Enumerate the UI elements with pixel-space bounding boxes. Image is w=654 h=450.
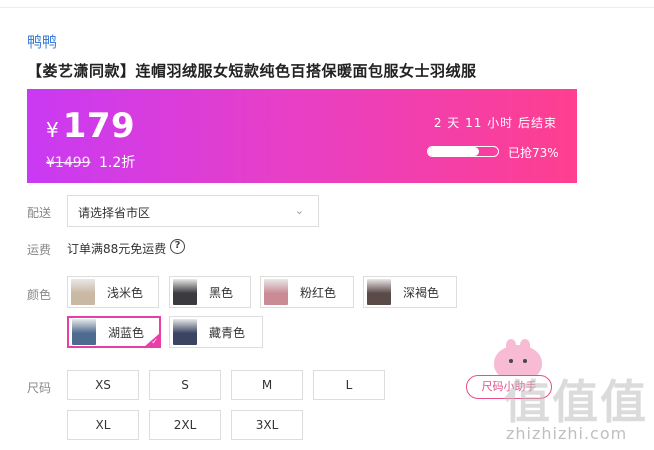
discount-label: 1.2折 [99, 155, 136, 171]
sold-progress-bar [427, 146, 499, 157]
check-icon: ✓ [151, 337, 158, 346]
original-price: ¥1499 [46, 155, 91, 171]
original-price-row: ¥1499 1.2折 [46, 152, 135, 172]
watermark-logo: 值值值 [504, 375, 648, 429]
sale-price: 179 [62, 106, 136, 146]
promo-banner: ¥ 179 ¥1499 1.2折 2 天 11 小时 后结束 已抢73% [27, 89, 577, 183]
top-divider [0, 7, 654, 8]
price-row: ¥ 179 [46, 106, 135, 146]
size-label: 尺码 [27, 381, 52, 395]
color-option-label: 深褐色 [403, 285, 440, 300]
product-title: 【娄艺潇同款】连帽羽绒服女短款纯色百搭保暖面包服女士羽绒服 [27, 62, 477, 80]
size-option-2xl[interactable]: 2XL [149, 410, 221, 440]
color-option-pink[interactable]: 粉红色 [260, 276, 354, 308]
color-option-black[interactable]: 黑色 [169, 276, 251, 308]
color-thumbnail [173, 319, 197, 345]
color-thumbnail [264, 279, 288, 305]
size-option-m[interactable]: M [231, 370, 303, 400]
color-option-navy[interactable]: 藏青色 [169, 316, 263, 348]
color-thumbnail [367, 279, 391, 305]
color-thumbnail [71, 279, 95, 305]
brand-link[interactable]: 鸭鸭 [27, 31, 57, 52]
delivery-select-value: 请选择省市区 [78, 206, 151, 220]
size-option-xl[interactable]: XL [67, 410, 139, 440]
size-option-3xl[interactable]: 3XL [231, 410, 303, 440]
sold-progress-fill [428, 147, 480, 156]
delivery-region-select[interactable]: 请选择省市区 ⌄ [67, 195, 319, 227]
color-thumbnail [72, 319, 96, 345]
color-option-label: 湖蓝色 [108, 325, 145, 340]
freight-label: 运费 [27, 243, 52, 257]
freight-info: 订单满88元免运费 [67, 242, 167, 256]
color-option-dark-brown[interactable]: 深褐色 [363, 276, 457, 308]
color-option-lake-blue[interactable]: 湖蓝色 ✓ [67, 316, 161, 348]
size-option-s[interactable]: S [149, 370, 221, 400]
currency-symbol: ¥ [46, 118, 59, 142]
chevron-down-icon: ⌄ [294, 204, 304, 217]
size-option-l[interactable]: L [313, 370, 385, 400]
color-option-label: 黑色 [209, 285, 234, 300]
color-option-label: 粉红色 [300, 285, 337, 300]
help-icon[interactable]: ? [170, 239, 185, 254]
countdown-timer: 2 天 11 小时 后结束 [433, 116, 557, 130]
color-option-light-beige[interactable]: 浅米色 [67, 276, 159, 308]
watermark-url: zhizhizhi.com [506, 424, 628, 443]
delivery-label: 配送 [27, 206, 52, 220]
color-option-label: 浅米色 [107, 285, 144, 300]
color-option-label: 藏青色 [209, 325, 246, 340]
color-label: 颜色 [27, 288, 52, 302]
size-option-xs[interactable]: XS [67, 370, 139, 400]
sold-progress-text: 已抢73% [508, 146, 559, 160]
color-thumbnail [173, 279, 197, 305]
